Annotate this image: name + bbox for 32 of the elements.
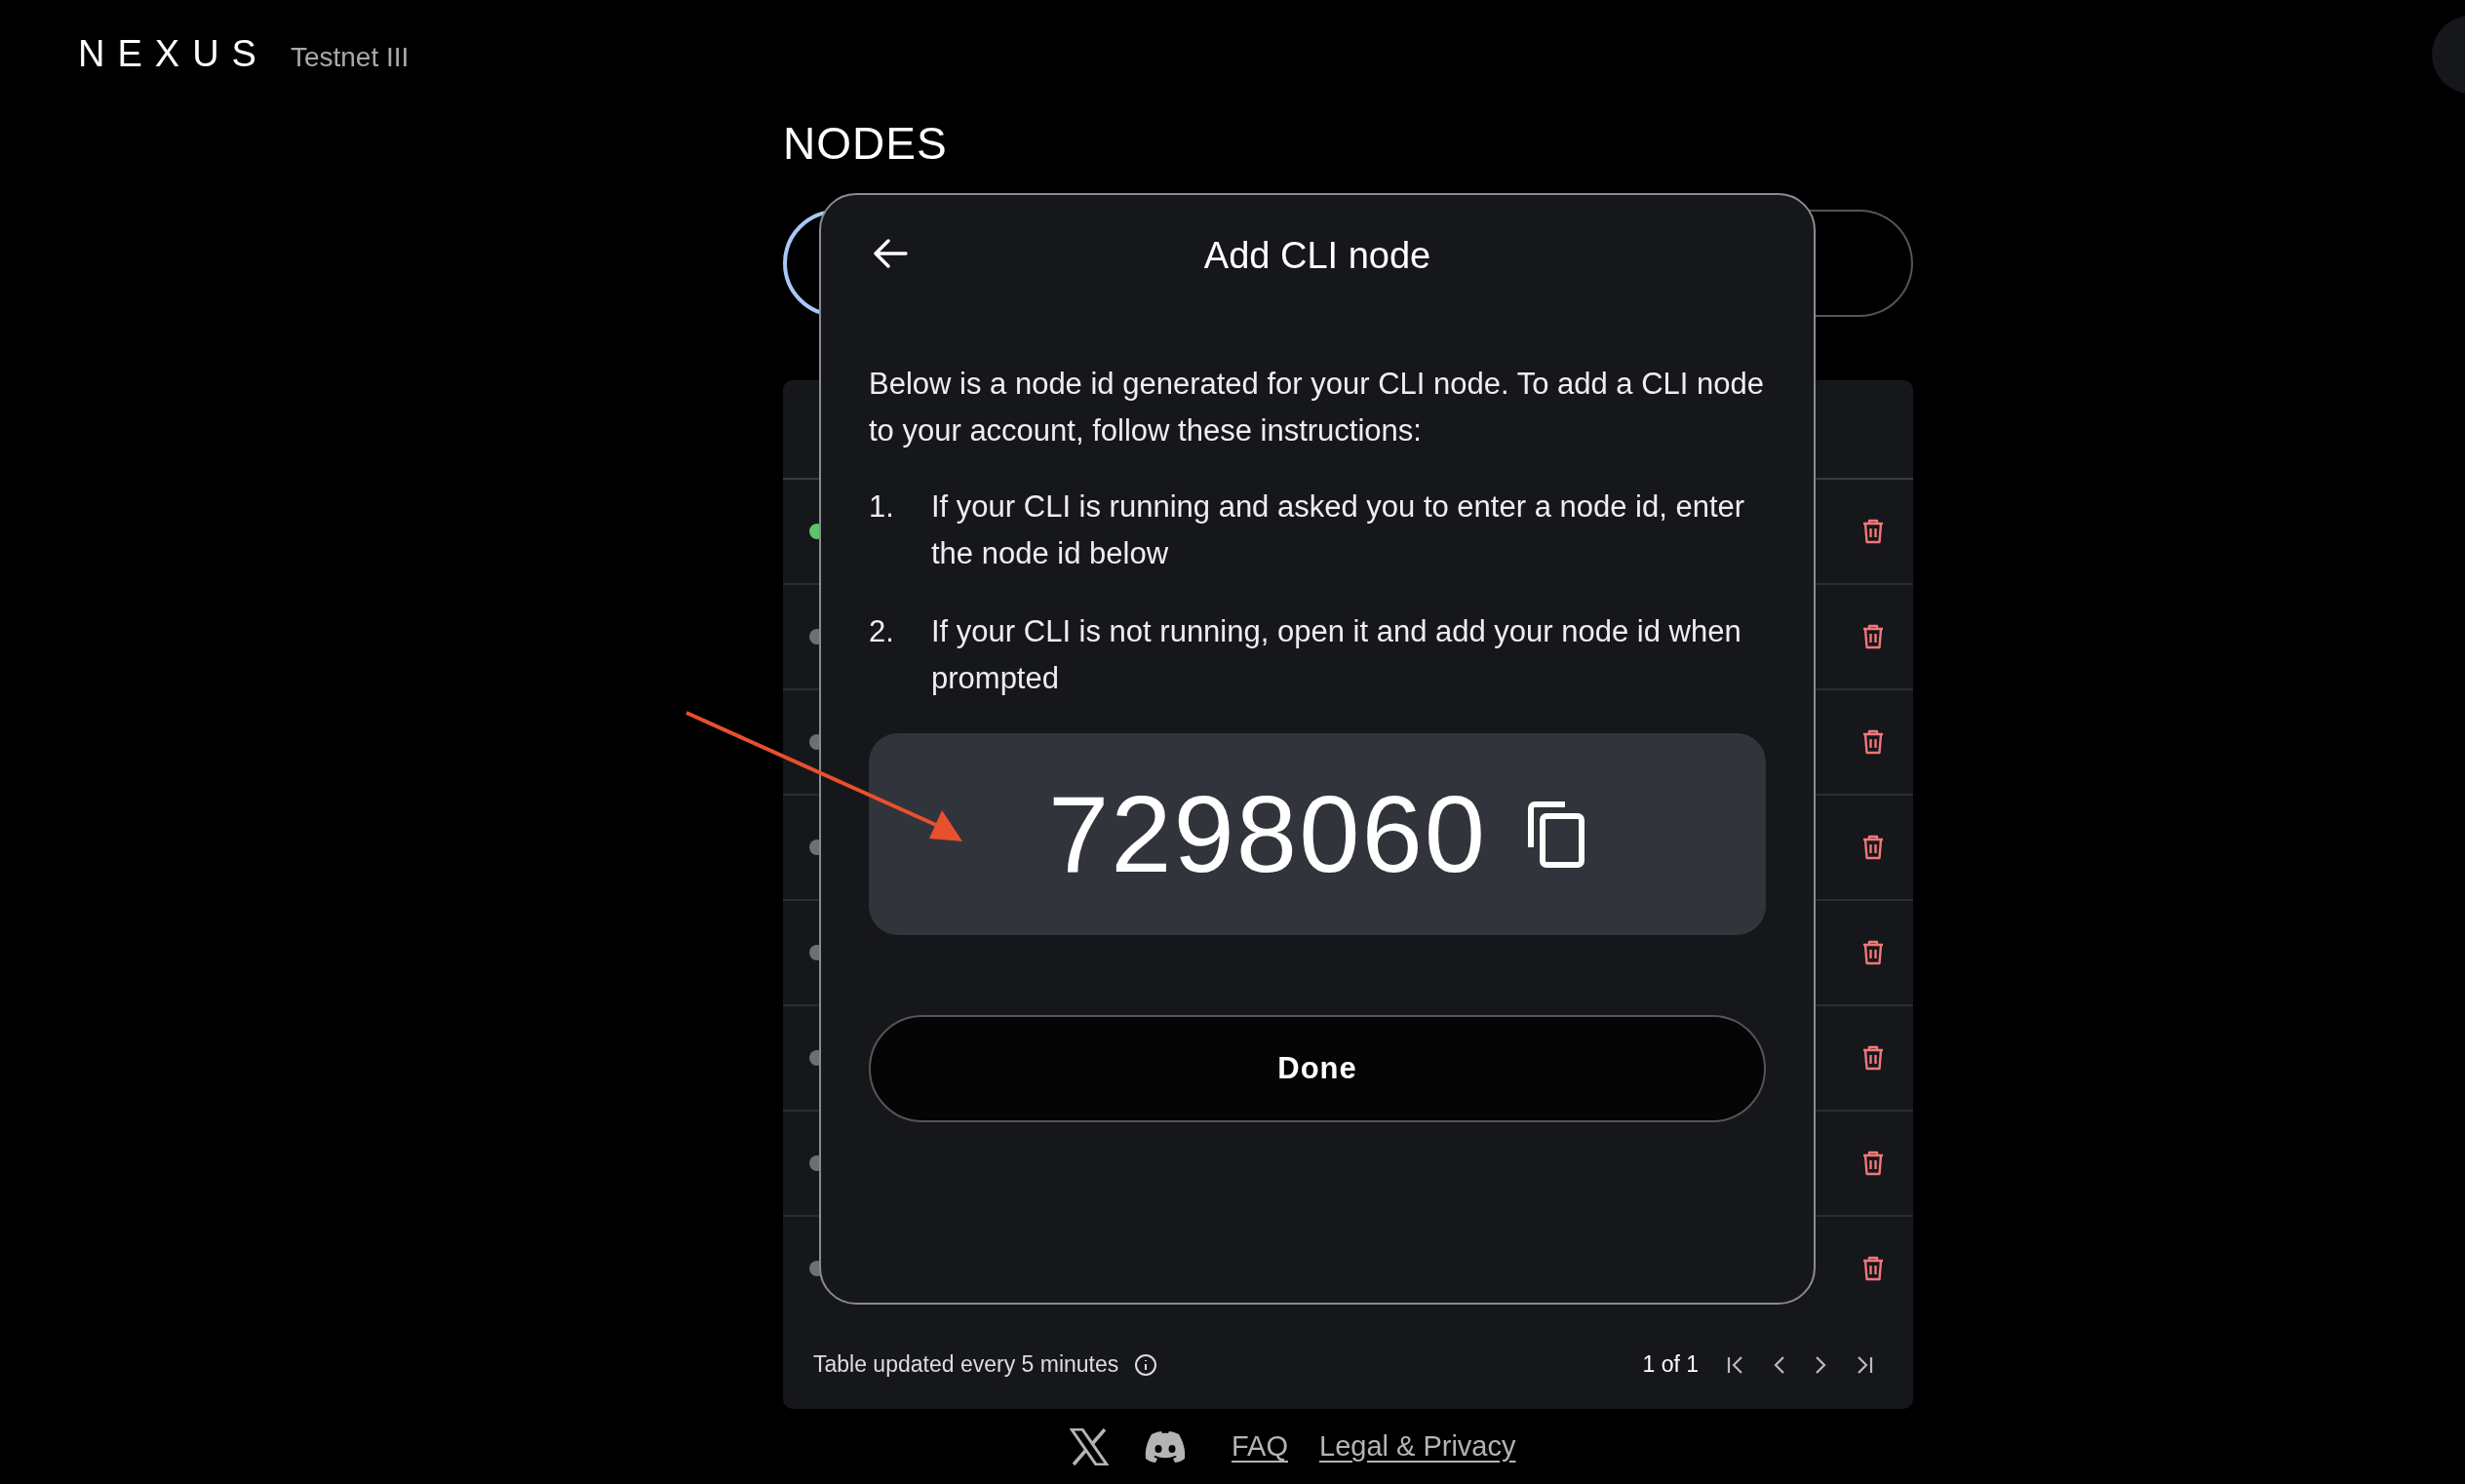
trash-icon[interactable] (1862, 519, 1884, 544)
step-text: If your CLI is running and asked you to enter a node id, enter the node id below (931, 488, 1746, 572)
page-count: 1 of 1 (1642, 1351, 1699, 1378)
footer-link[interactable]: FAQ (1232, 1430, 1288, 1463)
trash-icon[interactable] (1862, 1045, 1884, 1071)
instructions-text: Below is a node id generated for your CLI node. To add a CLI node to your account, follow these instructions: (869, 366, 1765, 449)
logo-text: NEXUS (78, 33, 269, 75)
discord-icon[interactable] (1144, 1429, 1187, 1464)
last-page-icon[interactable] (1855, 1353, 1874, 1376)
update-note: Table updated every 5 minutes (813, 1351, 1119, 1378)
trash-icon[interactable] (1862, 624, 1884, 649)
step-text: If your CLI is not running, open it and add your node id when prompted (931, 613, 1742, 697)
next-page-icon[interactable] (1814, 1353, 1827, 1376)
trash-icon[interactable] (1862, 1151, 1884, 1176)
first-page-icon[interactable] (1726, 1353, 1745, 1376)
previous-page-icon[interactable] (1773, 1353, 1786, 1376)
trash-icon[interactable] (1862, 835, 1884, 860)
info-icon[interactable] (1134, 1352, 1158, 1377)
x-logo-icon[interactable] (1070, 1427, 1109, 1465)
page-title: NODES (783, 117, 949, 171)
step-number: 2. (869, 613, 895, 650)
back-arrow-icon[interactable] (873, 238, 908, 269)
copy-icon[interactable] (1526, 799, 1586, 870)
trash-icon[interactable] (1862, 1256, 1884, 1281)
node-id: 7298060 (1048, 772, 1487, 897)
modal-title: Add CLI node (1203, 235, 1431, 277)
step-number: 1. (869, 488, 895, 526)
trash-icon[interactable] (1862, 940, 1884, 965)
done-button[interactable]: Done (869, 1015, 1766, 1122)
footer-link[interactable]: Legal & Privacy (1319, 1430, 1516, 1463)
network-label: Testnet III (290, 42, 410, 73)
trash-icon[interactable] (1862, 729, 1884, 755)
